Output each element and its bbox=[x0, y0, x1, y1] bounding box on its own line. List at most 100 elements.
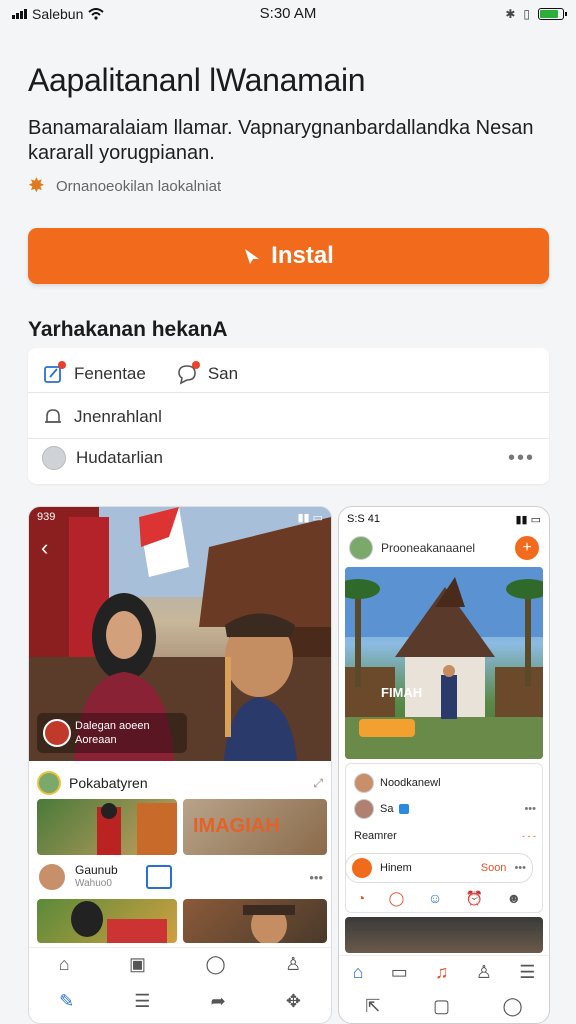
chat-icon[interactable]: ◯ bbox=[206, 954, 226, 975]
star-icon: ✸ bbox=[28, 175, 45, 197]
install-button[interactable]: Instal bbox=[28, 228, 549, 284]
card-row-3: Reamrer - - - bbox=[354, 826, 536, 846]
screenshot-b-hero-image: FIMAH bbox=[345, 567, 543, 759]
status-right: ✱ ▯ bbox=[505, 7, 567, 21]
list-icon[interactable]: ☰ bbox=[134, 991, 150, 1012]
chip-icon bbox=[352, 858, 372, 878]
user-icon[interactable]: ♙ bbox=[476, 962, 492, 983]
emoji-icon[interactable]: ☺ bbox=[428, 890, 442, 906]
carrier-label: Salebun bbox=[32, 6, 84, 22]
gallery-icon[interactable] bbox=[145, 865, 172, 889]
home-icon[interactable]: ⌂ bbox=[353, 962, 364, 983]
more-icon[interactable]: ••• bbox=[309, 870, 323, 885]
thumbnail-sign-text: IMAGIAH bbox=[193, 815, 280, 837]
info-row-profile[interactable]: Hudatarlian ••• bbox=[28, 440, 549, 476]
clock-icon[interactable]: ◔ bbox=[357, 890, 365, 906]
screenshot-a-time: 939 bbox=[37, 511, 56, 523]
more-icon[interactable]: ••• bbox=[514, 862, 526, 874]
add-button[interactable]: + bbox=[515, 536, 539, 560]
card-row-1[interactable]: Noodkanewl bbox=[354, 772, 536, 794]
install-icon bbox=[245, 249, 260, 264]
chip-value: Soon bbox=[480, 862, 507, 874]
image-icon[interactable]: ▣ bbox=[129, 954, 146, 975]
battery-icon: ▮▮ ▭ bbox=[297, 511, 323, 524]
status-left: Salebun bbox=[12, 6, 105, 22]
chip-title: Hinem bbox=[380, 862, 412, 874]
avatar-icon bbox=[37, 771, 61, 795]
screenshot-a-nav-top: ⌂ ▣ ◯ ♙ bbox=[29, 947, 331, 981]
home-icon[interactable]: ⌂ bbox=[59, 954, 70, 975]
install-label: Instal bbox=[271, 242, 334, 269]
thumbnail-image bbox=[97, 803, 177, 855]
back-icon[interactable]: ‹ bbox=[41, 535, 48, 561]
inbox-icon[interactable]: ▭ bbox=[391, 962, 408, 983]
info-row-bell[interactable]: Jnenrahlanl bbox=[28, 400, 549, 434]
expand-icon[interactable]: ⤢ bbox=[313, 776, 323, 791]
signal-icon bbox=[12, 9, 27, 19]
info-item-chat[interactable]: San bbox=[176, 361, 239, 385]
back-icon[interactable]: ⇱ bbox=[365, 996, 380, 1017]
app-meta: ✸ Ornanoeokilan laokalniat bbox=[28, 176, 221, 196]
screenshot-a-status: 939 ▮▮ ▭ bbox=[29, 507, 331, 527]
info-item-chat-label: San bbox=[207, 364, 239, 383]
divider bbox=[28, 392, 549, 393]
card-row-3-text: Reamrer bbox=[354, 830, 397, 842]
vibrate-icon: ▯ bbox=[523, 7, 530, 21]
screenshot-b-time: S:S 41 bbox=[347, 513, 381, 525]
edit-icon[interactable]: ✎ bbox=[59, 991, 74, 1012]
home-button-icon[interactable]: ▢ bbox=[433, 996, 450, 1017]
avatar-icon bbox=[354, 799, 374, 819]
chat-icon[interactable]: ◯ bbox=[389, 890, 405, 907]
bell-icon bbox=[42, 406, 64, 428]
section-title: Yarhakanan hekanA bbox=[28, 318, 228, 341]
screenshot-a-nav-bottom: ✎ ☰ ➦ ✥ bbox=[29, 983, 331, 1019]
edit-icon bbox=[42, 361, 66, 385]
more-icon[interactable]: ••• bbox=[508, 447, 535, 470]
bell-icon[interactable]: ♫ bbox=[435, 962, 449, 983]
app-title: Aapalitananl lWanamain bbox=[28, 62, 366, 98]
notification-badge bbox=[58, 361, 66, 369]
screenshot-b-status: S:S 41 ▮▮ ▭ bbox=[339, 507, 549, 527]
status-bar: Salebun S:30 AM ✱ ▯ bbox=[0, 0, 576, 28]
info-row-bell-label: Jnenrahlanl bbox=[74, 407, 162, 426]
feed-thumbnail[interactable]: IMAGIAH bbox=[183, 799, 327, 855]
thumbnail-image bbox=[243, 905, 295, 943]
avatar-icon bbox=[37, 862, 67, 892]
more-icon[interactable]: ••• bbox=[524, 803, 536, 815]
feed-thumbnail[interactable] bbox=[37, 899, 177, 943]
screenshot-a-caption: Dalegan aoeen Aoreaan bbox=[37, 713, 187, 753]
user-icon[interactable]: ♙ bbox=[285, 954, 301, 975]
notification-badge bbox=[191, 361, 200, 369]
card-row-2[interactable]: Sa ••• bbox=[354, 798, 536, 820]
screenshot-a-feed-title: Pokabatyren ⤢ bbox=[37, 769, 323, 797]
info-item-edit-label: Fenentae bbox=[74, 364, 146, 383]
thumbnail-image bbox=[71, 901, 167, 943]
info-item-edit[interactable]: Fenentae bbox=[42, 361, 146, 385]
card-row-3-value: - - - bbox=[522, 831, 536, 841]
sub-detail: Wahuo0 bbox=[75, 878, 112, 889]
info-row-top: Fenentae San bbox=[28, 356, 549, 392]
screenshot-a-sub-row: Gaunub Wahuo0 ••• bbox=[37, 859, 323, 895]
puzzle-icon[interactable]: ✥ bbox=[286, 991, 301, 1012]
info-row-profile-label: Hudatarlian bbox=[76, 448, 163, 467]
smile-icon[interactable]: ☻ bbox=[506, 890, 521, 906]
chat-icon[interactable]: ◯ bbox=[503, 996, 523, 1017]
screenshot-b-nav-top: ⌂ ▭ ♫ ♙ ☰ bbox=[339, 955, 549, 989]
menu-icon[interactable]: ☰ bbox=[519, 962, 535, 983]
screenshot-b-header: Prooneakanaanel + bbox=[349, 535, 539, 561]
screenshot-a[interactable]: 939 ▮▮ ▭ ‹ Dalegan aoeen Aoreaan Pokabat… bbox=[28, 506, 332, 1024]
bluetooth-icon: ✱ bbox=[505, 7, 516, 21]
screenshot-a-caption-text: Dalegan aoeen Aoreaan bbox=[75, 720, 150, 746]
sub-name: Gaunub bbox=[75, 863, 118, 877]
info-card: Fenentae San Jnenrahlanl Hudatarlian ••• bbox=[28, 348, 549, 484]
screenshot-b[interactable]: S:S 41 ▮▮ ▭ Prooneakanaanel + FIMAH Nood… bbox=[338, 506, 550, 1024]
avatar-icon bbox=[354, 773, 374, 793]
screenshot-b-footer-image bbox=[345, 917, 543, 953]
avatar-icon bbox=[349, 536, 373, 560]
share-icon[interactable]: ➦ bbox=[211, 991, 226, 1012]
screenshot-b-chip[interactable]: Hinem Soon ••• bbox=[345, 853, 533, 883]
feed-thumbnail[interactable] bbox=[183, 899, 327, 943]
screenshot-a-hero-image: 939 ▮▮ ▭ ‹ Dalegan aoeen Aoreaan bbox=[29, 507, 331, 761]
feed-thumbnail[interactable] bbox=[37, 799, 177, 855]
alarm-icon[interactable]: ⏰ bbox=[466, 890, 483, 907]
